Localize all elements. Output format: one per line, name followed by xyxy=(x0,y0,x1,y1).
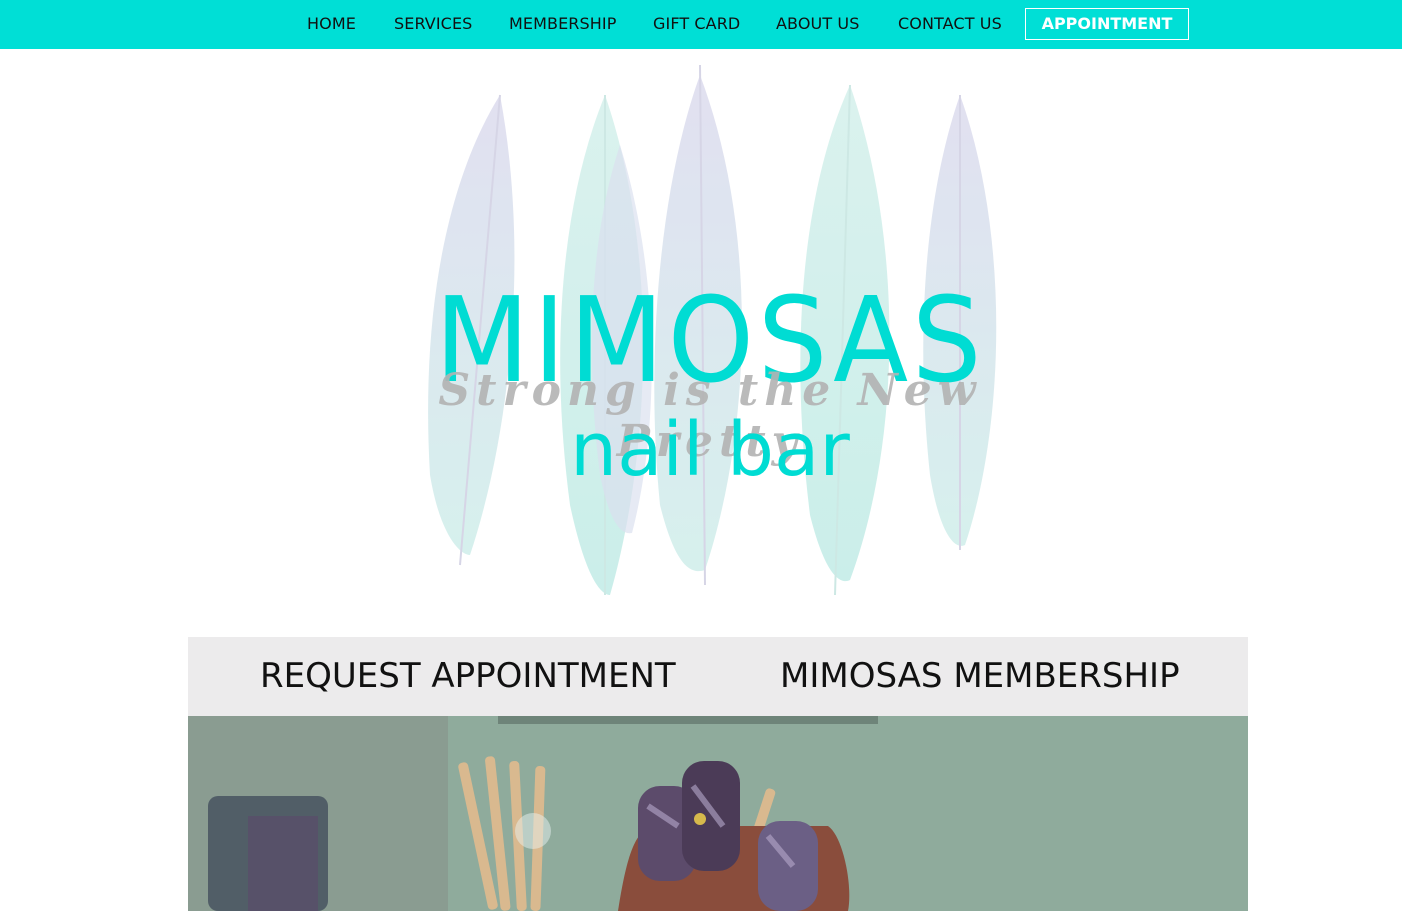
top-navigation: HOME SERVICES MEMBERSHIP GIFT CARD ABOUT… xyxy=(0,0,1402,49)
nav-home[interactable]: HOME xyxy=(307,0,356,49)
appointment-button[interactable]: APPOINTMENT xyxy=(1025,8,1189,40)
nav-about-us[interactable]: ABOUT US xyxy=(776,0,859,49)
logo-subtitle: nail bar xyxy=(570,407,850,493)
nav-gift-card[interactable]: GIFT CARD xyxy=(653,0,740,49)
cta-bar: REQUEST APPOINTMENT MIMOSAS MEMBERSHIP xyxy=(188,637,1248,716)
hero-logo: MIMOSAS Strong is the New Pretty nail ba… xyxy=(360,55,1060,605)
nav-membership[interactable]: MEMBERSHIP xyxy=(509,0,616,49)
request-appointment-link[interactable]: REQUEST APPOINTMENT xyxy=(260,637,676,716)
mimosas-membership-link[interactable]: MIMOSAS MEMBERSHIP xyxy=(780,637,1180,716)
nail-art-image xyxy=(188,716,1248,911)
nail-art-photo xyxy=(188,716,1248,911)
nav-contact-us[interactable]: CONTACT US xyxy=(898,0,1002,49)
nav-services[interactable]: SERVICES xyxy=(394,0,472,49)
